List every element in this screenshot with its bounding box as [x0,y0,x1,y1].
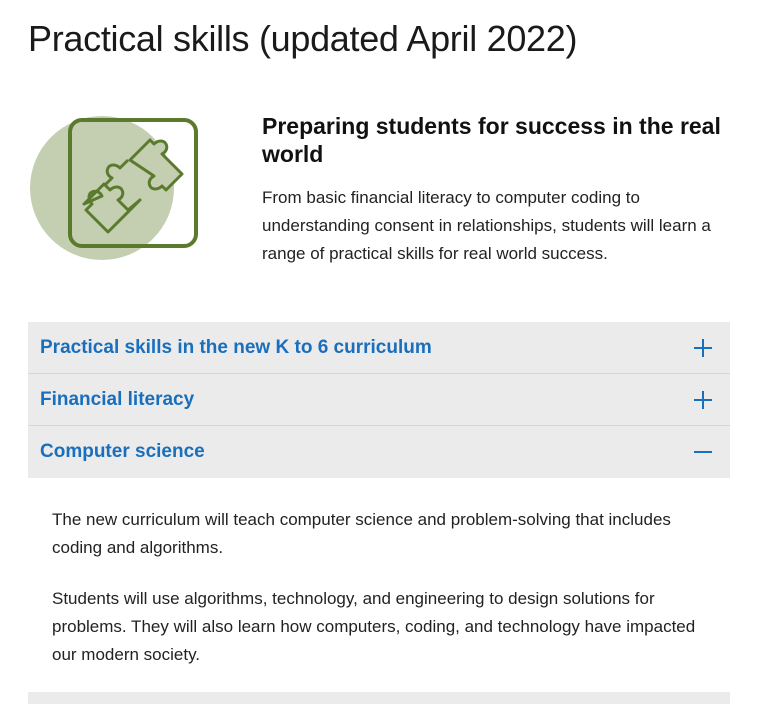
puzzle-pieces-icon [30,116,202,262]
page-title: Practical skills (updated April 2022) [28,18,578,59]
accordion-header-financial-literacy[interactable]: Financial literacy [28,374,730,426]
panel-paragraph: Students will use algorithms, technology… [52,589,696,664]
panel-paragraph: The new curriculum will teach computer s… [52,510,671,557]
accordion-title[interactable]: Financial literacy [40,389,194,411]
plus-icon[interactable] [692,337,714,359]
accordion-header-k6-curriculum[interactable]: Practical skills in the new K to 6 curri… [28,322,730,374]
accordion-title[interactable]: Practical skills in the new K to 6 curri… [40,337,432,359]
minus-icon[interactable] [692,441,714,463]
accordion-header-next[interactable] [28,692,730,704]
accordion-panel-computer-science: The new curriculum will teach computer s… [28,478,730,700]
accordion: Practical skills in the new K to 6 curri… [28,322,730,700]
intro-body: From basic financial literacy to compute… [262,188,711,263]
intro-section: Preparing students for success in the re… [262,112,732,268]
accordion-header-computer-science[interactable]: Computer science [28,426,730,478]
intro-heading: Preparing students for success in the re… [262,113,721,167]
plus-icon[interactable] [692,389,714,411]
accordion-title[interactable]: Computer science [40,441,205,463]
